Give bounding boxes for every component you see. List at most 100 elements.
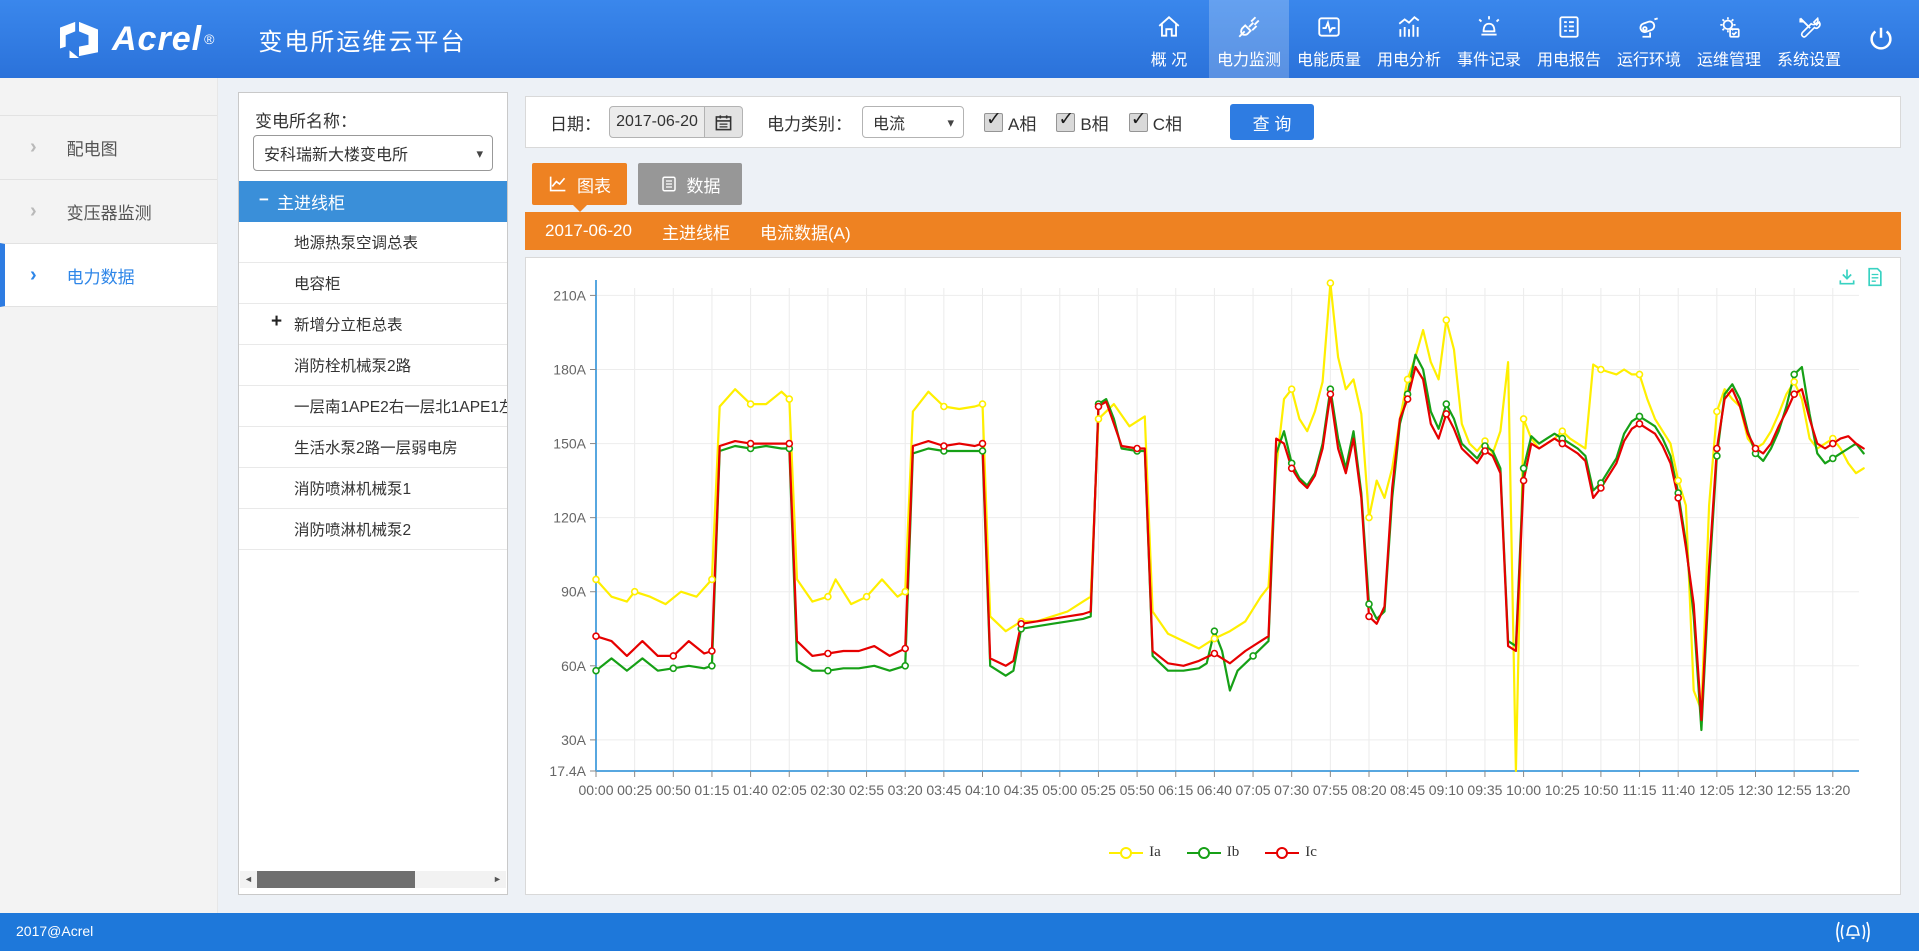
svg-text:04:10: 04:10	[965, 782, 1000, 798]
date-input[interactable]: 2017-06-20	[609, 106, 705, 138]
nav-item-label: 系统设置	[1777, 46, 1841, 70]
query-button[interactable]: 查 询	[1230, 104, 1314, 140]
svg-text:03:20: 03:20	[888, 782, 923, 798]
nav-item-label: 用电报告	[1537, 46, 1601, 70]
collapse-minus-icon[interactable]: −	[259, 190, 269, 210]
svg-text:10:00: 10:00	[1506, 782, 1541, 798]
tab-data[interactable]: 数据	[638, 163, 742, 205]
nav-item-power-quality[interactable]: 电能质量	[1289, 0, 1369, 78]
tools-icon	[1796, 12, 1822, 42]
svg-text:07:55: 07:55	[1313, 782, 1348, 798]
phase-checkbox-C相[interactable]: ✓C相	[1129, 110, 1182, 135]
scrollbar-thumb[interactable]	[257, 871, 415, 888]
tree-node-3[interactable]: + 新增分立柜总表	[239, 304, 507, 345]
tree-node-label: 一层南1APE2右一层北1APE1左	[294, 395, 507, 417]
svg-text:06:40: 06:40	[1197, 782, 1232, 798]
checkbox[interactable]: ✓	[1129, 113, 1148, 132]
nav-item-label: 事件记录	[1457, 46, 1521, 70]
nav-item-event-log[interactable]: 事件记录	[1449, 0, 1529, 78]
nav-item-environment[interactable]: 运行环境	[1609, 0, 1689, 78]
tree-horizontal-scrollbar[interactable]: ◄ ►	[240, 871, 506, 888]
chevron-right-icon: ›	[30, 264, 37, 287]
legend-marker-icon	[1109, 846, 1143, 860]
svg-text:11:40: 11:40	[1661, 782, 1695, 798]
nav-item-label: 电能质量	[1297, 46, 1361, 70]
expand-plus-icon[interactable]: +	[271, 311, 282, 333]
sidebar-item-label: 变压器监测	[67, 199, 152, 224]
station-select-value: 安科瑞新大楼变电所	[264, 141, 408, 165]
svg-text:60A: 60A	[561, 658, 587, 674]
nav-item-usage-analysis[interactable]: 用电分析	[1369, 0, 1449, 78]
tree-node-4[interactable]: 消防栓机械泵2路	[239, 345, 507, 386]
top-navigation: 概 况电力监测电能质量用电分析事件记录用电报告运行环境运维管理系统设置	[1129, 0, 1849, 78]
nav-item-power-monitor[interactable]: 电力监测	[1209, 0, 1289, 78]
check-icon: ✓	[1131, 108, 1147, 131]
copyright-text: 2017@Acrel	[16, 923, 93, 939]
scroll-left-arrow-icon[interactable]: ◄	[240, 871, 257, 888]
tree-node-label: 地源热泵空调总表	[294, 231, 418, 253]
tree-node-0[interactable]: −主进线柜	[239, 181, 507, 222]
tree-node-7[interactable]: 消防喷淋机械泵1	[239, 468, 507, 509]
svg-text:13:20: 13:20	[1815, 782, 1850, 798]
tree-node-1[interactable]: 地源热泵空调总表	[239, 222, 507, 263]
checkbox[interactable]: ✓	[984, 113, 1003, 132]
svg-text:12:30: 12:30	[1738, 782, 1773, 798]
chevron-right-icon: ›	[30, 136, 37, 159]
tree-node-8[interactable]: 消防喷淋机械泵2	[239, 509, 507, 550]
svg-text:05:00: 05:00	[1042, 782, 1077, 798]
legend-item-Ia[interactable]: Ia	[1109, 844, 1161, 861]
power-icon	[1866, 24, 1896, 54]
legend-item-Ib[interactable]: Ib	[1187, 844, 1240, 861]
legend-label: Ia	[1149, 844, 1161, 861]
tree-node-label: 新增分立柜总表	[294, 313, 403, 335]
svg-text:08:20: 08:20	[1351, 782, 1386, 798]
nav-item-label: 用电分析	[1377, 46, 1441, 70]
sidebar-item-transformer-monitor[interactable]: ›变压器监测	[0, 179, 217, 243]
station-select[interactable]: 安科瑞新大楼变电所 ▾	[253, 135, 493, 171]
nav-item-usage-report[interactable]: 用电报告	[1529, 0, 1609, 78]
alarm-bell-icon[interactable]	[1831, 919, 1875, 945]
view-tabs: 图表 数据	[532, 163, 742, 205]
scroll-right-arrow-icon[interactable]: ►	[489, 871, 506, 888]
sidebar-item-power-data[interactable]: › 电力数据	[0, 243, 217, 307]
logo-area: Acrel ® 变电所运维云平台	[56, 0, 466, 78]
nav-item-system-settings[interactable]: 系统设置	[1769, 0, 1849, 78]
checkbox[interactable]: ✓	[1056, 113, 1075, 132]
export-data-icon[interactable]	[1866, 267, 1884, 287]
calendar-button[interactable]	[705, 106, 743, 138]
acrel-logo-icon	[56, 20, 102, 58]
logout-power-button[interactable]	[1851, 0, 1911, 78]
phase-checkbox-group: ✓A相 ✓B相 ✓C相	[964, 110, 1182, 135]
gear-icon	[1716, 12, 1742, 42]
sidebar-item-label: 电力数据	[67, 263, 135, 288]
legend-marker-icon	[1265, 846, 1299, 860]
svg-text:12:55: 12:55	[1777, 782, 1812, 798]
nav-item-ops-management[interactable]: 运维管理	[1689, 0, 1769, 78]
logo-text: Acrel	[112, 20, 202, 59]
svg-text:10:25: 10:25	[1545, 782, 1580, 798]
legend-item-Ic[interactable]: Ic	[1265, 844, 1317, 861]
phase-checkbox-A相[interactable]: ✓A相	[984, 110, 1036, 135]
current-line-chart[interactable]: 30A60A90A120A150A180A210A17.4A00:0000:25…	[526, 258, 1900, 894]
legend-label: Ic	[1305, 844, 1317, 861]
tree-node-2[interactable]: 电容柜	[239, 263, 507, 304]
tree-node-label: 消防喷淋机械泵1	[294, 477, 411, 499]
top-header-bar: Acrel ® 变电所运维云平台 概 况电力监测电能质量用电分析事件记录用电报告…	[0, 0, 1919, 78]
sidebar-item-distribution-diagram[interactable]: ›配电图	[0, 115, 217, 179]
tree-node-6[interactable]: 生活水泵2路一层弱电房	[239, 427, 507, 468]
power-type-select[interactable]: 电流 ▾	[862, 106, 964, 138]
info-date: 2017-06-20	[545, 221, 632, 241]
nav-item-overview[interactable]: 概 况	[1129, 0, 1209, 78]
nav-item-label: 运行环境	[1617, 46, 1681, 70]
svg-text:03:45: 03:45	[926, 782, 961, 798]
check-icon: ✓	[986, 108, 1002, 131]
tab-chart[interactable]: 图表	[532, 163, 627, 205]
tree-node-5[interactable]: 一层南1APE2右一层北1APE1左	[239, 386, 507, 427]
svg-text:02:30: 02:30	[810, 782, 845, 798]
tree-node-label: 消防喷淋机械泵2	[294, 518, 411, 540]
logo-registered-mark: ®	[204, 31, 214, 47]
camera-icon	[1636, 12, 1662, 42]
phase-checkbox-B相[interactable]: ✓B相	[1056, 110, 1108, 135]
download-icon[interactable]	[1837, 267, 1857, 287]
chart-panel: 30A60A90A120A150A180A210A17.4A00:0000:25…	[525, 257, 1901, 895]
